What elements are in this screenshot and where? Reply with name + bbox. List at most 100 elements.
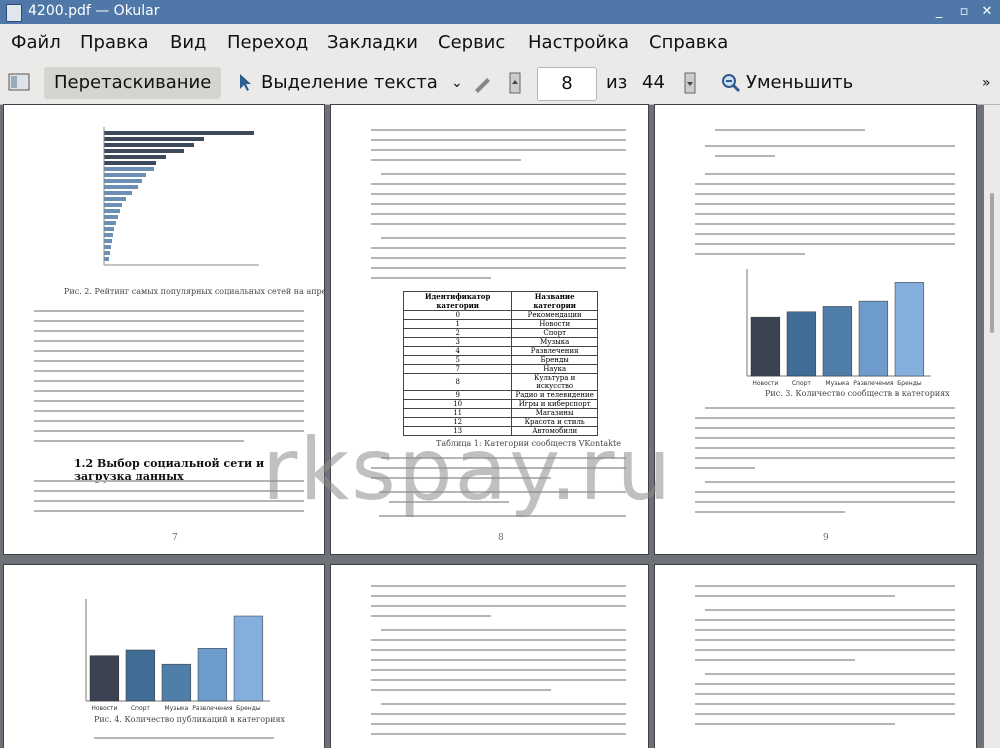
previous-page-icon[interactable] (509, 67, 523, 99)
table-cell: Рекомендации (511, 310, 598, 320)
chart-bar (822, 306, 853, 377)
browse-tool-button[interactable]: Перетаскивание (44, 67, 222, 99)
main-toolbar: Перетаскивание Выделение текста ⌄ 8 из 4… (0, 64, 1000, 105)
table-row: 1 Новости (402, 319, 598, 329)
table-cell: Музыка (511, 337, 598, 347)
zoom-out-icon[interactable] (721, 67, 743, 99)
menu-bookmarks[interactable]: Закладки (327, 32, 418, 53)
text-select-button[interactable]: Выделение текста (261, 67, 438, 99)
title-bar: 4200.pdf — Okular _ ▫ ✕ (0, 0, 1000, 24)
menu-help[interactable]: Справка (649, 32, 728, 53)
chart-bar (894, 282, 925, 377)
menu-file[interactable]: Файл (11, 32, 61, 53)
toolbar-overflow-icon[interactable]: » (982, 67, 991, 99)
x-tick-label: Новости (752, 380, 778, 387)
menu-go[interactable]: Переход (227, 32, 308, 53)
table-cell: Развлечения (511, 346, 598, 356)
category-chart: Новости Спорт Музыка Развлечения Бренды (746, 269, 931, 387)
table-cell: 10 (402, 399, 513, 409)
x-tick-label: Спорт (131, 705, 151, 712)
figure-3-caption: Рис. 3. Количество сообществ в категория… (765, 389, 950, 398)
table-cell: 9 (402, 390, 513, 400)
sidebar-toggle-icon[interactable] (8, 67, 30, 99)
menu-view[interactable]: Вид (170, 32, 207, 53)
table-cell: Спорт (511, 328, 598, 338)
page-11[interactable] (331, 565, 648, 748)
watermark: rkspay.ru (262, 420, 674, 520)
table-cell: 4 (402, 346, 513, 356)
table-row: 11 Магазины (402, 408, 598, 418)
zoom-out-button[interactable]: Уменьшить (746, 67, 853, 99)
chart-bar (858, 300, 889, 377)
table-cell: Бренды (511, 355, 598, 365)
cursor-arrow-icon (238, 67, 254, 99)
table-row: 0 Рекомендации (402, 310, 598, 320)
table-cell: 2 (402, 328, 513, 338)
table-cell: 3 (402, 337, 513, 347)
page-number: 9 (823, 533, 829, 543)
okular-app-icon (6, 4, 22, 22)
table-row: 4 Развлечения (402, 346, 598, 356)
table-row: 10 Игры и киберспорт (402, 399, 598, 409)
menu-bar: Файл Правка Вид Переход Закладки Сервис … (0, 24, 1000, 64)
publications-chart: Новости Спорт Музыка Развлечения Бренды (85, 599, 270, 712)
maximize-icon[interactable]: ▫ (955, 3, 973, 21)
table-cell: Радио и телевидение (511, 390, 598, 400)
menu-tools[interactable]: Сервис (438, 32, 505, 53)
next-page-icon[interactable] (684, 67, 698, 99)
annotate-pen-icon[interactable] (472, 67, 492, 99)
figure-2-caption: Рис. 2. Рейтинг самых популярных социаль… (64, 287, 324, 296)
x-tick-label: Музыка (825, 380, 849, 387)
page-9[interactable]: Новости Спорт Музыка Развлечения Бренды Рис.… (655, 105, 976, 554)
table-cell: 11 (402, 408, 513, 418)
menu-settings[interactable]: Настройка (528, 32, 629, 53)
x-tick-label: Бренды (897, 380, 922, 387)
table-cell: 0 (402, 310, 513, 320)
page-number-input[interactable]: 8 (537, 67, 597, 101)
table-row: 8 Культура и искусство (402, 373, 598, 391)
x-tick-label: Развлечения (192, 705, 233, 712)
x-tick-label: Развлечения (853, 380, 894, 387)
table-header-id: Идентификатор категории (402, 291, 513, 311)
menu-edit[interactable]: Правка (80, 32, 149, 53)
table-cell: Наука (511, 364, 598, 374)
table-cell: 7 (402, 364, 513, 374)
page-10[interactable]: Новости Спорт Музыка Развлечения Бренды Рис.… (4, 565, 324, 748)
table-cell: 1 (402, 319, 513, 329)
categories-table: Идентификатор категории Название категори… (402, 291, 598, 436)
table-row: 3 Музыка (402, 337, 598, 347)
table-cell: 5 (402, 355, 513, 365)
document-view[interactable]: Рис. 2. Рейтинг самых популярных социаль… (0, 105, 984, 748)
page-total: 44 (642, 72, 665, 93)
x-tick-label: Музыка (164, 705, 188, 712)
window-title: 4200.pdf — Okular (28, 3, 160, 19)
chart-bar (161, 663, 192, 702)
table-cell: Магазины (511, 408, 598, 418)
close-icon[interactable]: ✕ (978, 3, 996, 21)
chart-bar (786, 311, 817, 377)
chart-bar (89, 655, 120, 702)
page-12[interactable] (655, 565, 976, 748)
figure-4-caption: Рис. 4. Количество публикаций в категори… (94, 715, 286, 724)
table-header-name: Название категории (511, 291, 598, 311)
page-number: 7 (172, 533, 178, 543)
page-number: 8 (498, 533, 504, 543)
minimize-icon[interactable]: _ (930, 3, 948, 21)
popular-networks-chart (103, 127, 259, 266)
x-tick-label: Спорт (792, 380, 812, 387)
table-cell: Игры и киберспорт (511, 399, 598, 409)
table-row: 2 Спорт (402, 328, 598, 338)
chart-bar (233, 615, 264, 702)
chart-bar (125, 649, 156, 702)
chevron-down-icon[interactable]: ⌄ (451, 67, 463, 99)
table-cell: Культура и искусство (511, 373, 598, 391)
scrollbar-thumb[interactable] (990, 193, 994, 333)
x-tick-label: Новости (91, 705, 117, 712)
chart-bar (197, 648, 228, 702)
table-row: 7 Наука (402, 364, 598, 374)
table-row: 5 Бренды (402, 355, 598, 365)
chart-bar (750, 316, 781, 377)
table-row: 9 Радио и телевидение (402, 390, 598, 400)
vertical-scrollbar[interactable] (984, 105, 1000, 748)
page-of-label: из (606, 72, 628, 93)
